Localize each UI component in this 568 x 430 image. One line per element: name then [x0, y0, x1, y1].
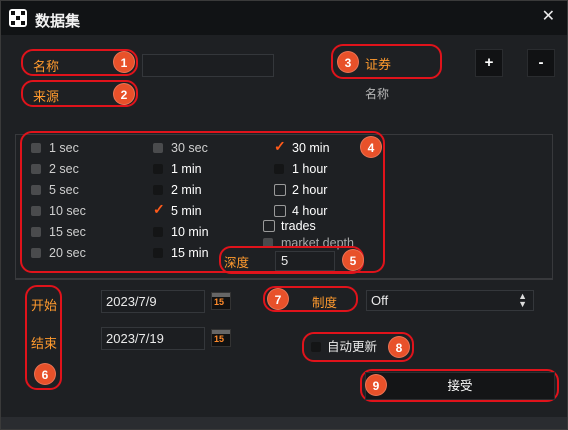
depth-label: 深度 [224, 256, 250, 270]
dataset-dialog: 数据集 ✕ 名称 1 来源 2 3 证券 名称 + - 4 1 sec 2 se… [0, 0, 568, 430]
calendar-icon[interactable]: 15 [211, 292, 231, 310]
badge-2: 2 [113, 83, 135, 105]
badge-9: 9 [365, 374, 387, 396]
status-strip [1, 417, 567, 429]
badge-8: 8 [388, 336, 410, 358]
checkbox[interactable] [31, 248, 41, 258]
badge-3: 3 [337, 51, 359, 73]
app-logo-icon [9, 9, 27, 27]
badge-7: 7 [267, 288, 289, 310]
name-label: 名称 [33, 59, 60, 74]
calendar-icon[interactable]: 15 [211, 329, 231, 347]
checkbox[interactable] [274, 205, 286, 217]
start-date-input[interactable]: 2023/7/9 [101, 290, 205, 313]
checkmark-icon[interactable]: ✓ [153, 201, 165, 217]
mode-select-value: Off [371, 293, 389, 308]
checkbox[interactable] [31, 143, 41, 153]
accept-button[interactable]: 接受 [365, 372, 555, 400]
source-label: 来源 [33, 89, 60, 104]
checkbox[interactable] [153, 185, 163, 195]
separator [15, 279, 553, 280]
checkmark-icon[interactable]: ✓ [274, 138, 286, 154]
window-title: 数据集 [35, 13, 81, 30]
end-date-input[interactable]: 2023/7/19 [101, 327, 205, 350]
end-label: 结束 [31, 336, 58, 351]
badge-5: 5 [342, 249, 364, 271]
depth-input[interactable]: 5 [275, 251, 335, 271]
checkbox[interactable] [153, 227, 163, 237]
checkbox[interactable] [31, 164, 41, 174]
start-label: 开始 [31, 298, 58, 313]
checkbox[interactable] [153, 164, 163, 174]
checkbox[interactable] [31, 185, 41, 195]
checkbox[interactable] [31, 227, 41, 237]
checkbox[interactable] [311, 342, 321, 352]
select-arrows-icon[interactable]: ▲ ▼ [518, 292, 527, 309]
add-button[interactable]: + [475, 49, 503, 77]
security-name-caption: 名称 [365, 87, 390, 101]
checkbox[interactable] [153, 248, 163, 258]
checkbox[interactable] [274, 184, 286, 196]
checkbox[interactable] [274, 164, 284, 174]
close-icon[interactable]: ✕ [542, 6, 555, 26]
security-label[interactable]: 证券 [365, 54, 391, 73]
title-bar: 数据集 ✕ [1, 1, 567, 35]
badge-1: 1 [113, 51, 135, 73]
badge-4: 4 [360, 136, 382, 158]
checkbox[interactable] [263, 220, 275, 232]
remove-button[interactable]: - [527, 49, 555, 77]
badge-6: 6 [34, 363, 56, 385]
mode-select[interactable]: Off ▲ ▼ [366, 290, 534, 311]
mode-label: 制度 [312, 296, 338, 310]
checkbox[interactable] [153, 143, 163, 153]
name-input[interactable] [142, 54, 274, 77]
checkbox[interactable] [31, 206, 41, 216]
